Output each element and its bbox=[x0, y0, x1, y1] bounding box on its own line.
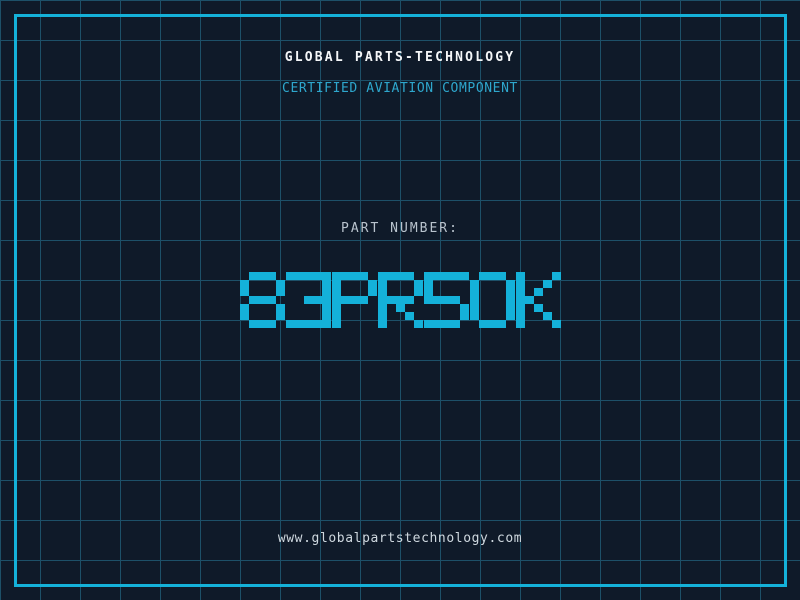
pixel-glyph bbox=[239, 272, 285, 328]
website-url: www.globalpartstechnology.com bbox=[277, 531, 523, 546]
certification-subtitle: CERTIFIED AVIATION COMPONENT bbox=[282, 81, 518, 96]
pixel-glyph bbox=[285, 272, 331, 328]
pixel-glyph bbox=[469, 272, 515, 328]
pixel-glyph bbox=[423, 272, 469, 328]
pixel-glyph bbox=[331, 272, 377, 328]
company-title: GLOBAL PARTS-TECHNOLOGY bbox=[284, 50, 516, 65]
pixel-glyph bbox=[377, 272, 423, 328]
pixel-glyph bbox=[515, 272, 561, 328]
certificate-screen: GLOBAL PARTS-TECHNOLOGY CERTIFIED AVIATI… bbox=[0, 0, 800, 600]
part-number-label: PART NUMBER: bbox=[341, 221, 459, 236]
part-number-value bbox=[0, 272, 800, 328]
